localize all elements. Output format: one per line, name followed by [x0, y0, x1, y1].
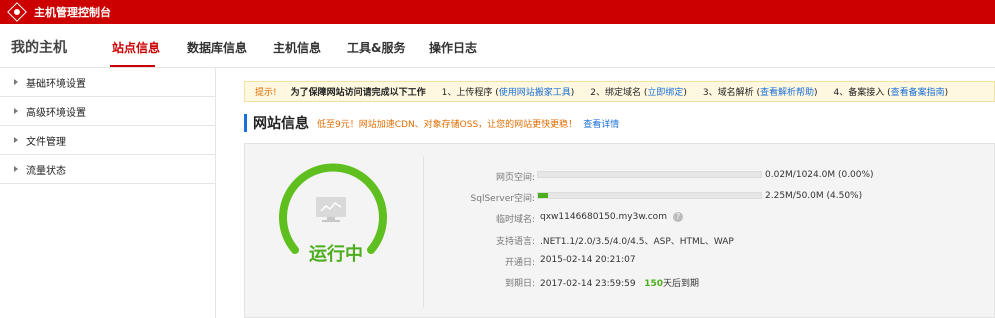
section-title: 网站信息: [253, 116, 309, 132]
promo-text: 低至9元！网站加速CDN、对象存储OSS，让您的网站更快更稳！: [317, 119, 578, 130]
notice-step-2: 2、绑定域名 (立即绑定): [590, 88, 687, 98]
temp-domain-value: qxw1146680150.my3w.com?: [540, 212, 683, 222]
section-header: 网站信息 低至9元！网站加速CDN、对象存储OSS，让您的网站更快更稳！ 查看详…: [244, 114, 619, 132]
panel-divider: [423, 156, 424, 308]
sidebar-item-advanced-env[interactable]: 高级环境设置: [0, 97, 215, 126]
notice-intro: 为了保障网站访问请完成以下工作: [290, 88, 426, 98]
sidebar-item-label: 高级环境设置: [26, 107, 86, 119]
bind-domain-link[interactable]: 立即绑定: [647, 88, 683, 98]
view-details-link[interactable]: 查看详情: [583, 117, 619, 130]
notice-tip: 提示!: [255, 88, 277, 98]
top-bar: 主机管理控制台: [0, 0, 995, 24]
site-info-panel: 运行中 网页空间: 0.02M/1024.0M (0.00%) SqlServe…: [244, 143, 995, 318]
notice-step-4: 4、备案接入 (查看备案指南): [833, 88, 949, 98]
dns-help-link[interactable]: 查看解析帮助: [760, 88, 814, 98]
sidebar-item-label: 文件管理: [26, 136, 66, 148]
app-title: 主机管理控制台: [34, 6, 111, 19]
web-space-value: 0.02M/1024.0M (0.00%): [765, 170, 874, 180]
upload-tool-link[interactable]: 使用网站搬家工具: [499, 88, 571, 98]
notice-step-3: 3、域名解析 (查看解析帮助): [702, 88, 818, 98]
sidebar-item-file-management[interactable]: 文件管理: [0, 126, 215, 155]
chevron-right-icon: [14, 137, 18, 143]
sidebar-item-label: 流量状态: [26, 165, 66, 177]
tab-operation-log[interactable]: 操作日志: [429, 39, 477, 56]
active-tab-underline: [110, 65, 155, 67]
sidebar-item-basic-env[interactable]: 基础环境设置: [0, 68, 215, 97]
sidebar-item-traffic-status[interactable]: 流量状态: [0, 155, 215, 184]
notice-step-1: 1、上传程序 (使用网站搬家工具): [441, 88, 575, 98]
sidebar-item-label: 基础环境设置: [26, 78, 86, 90]
my-host-title: 我的主机: [11, 40, 67, 56]
server-chart-icon: [316, 197, 346, 222]
open-date-value: 2015-02-14 20:21:07: [540, 255, 636, 265]
notice-bar: 提示! 为了保障网站访问请完成以下工作 1、上传程序 (使用网站搬家工具) 2、…: [244, 81, 995, 102]
languages-value: .NET1.1/2.0/3.5/4.0/4.5、ASP、HTML、WAP: [540, 237, 734, 247]
tab-database-info[interactable]: 数据库信息: [187, 39, 247, 56]
days-remaining: 150: [644, 279, 663, 289]
tab-site-info[interactable]: 站点信息: [112, 39, 160, 56]
sql-space-progress: [537, 192, 762, 199]
chevron-right-icon: [14, 79, 18, 85]
main-nav: 我的主机 站点信息 数据库信息 主机信息 工具&服务 操作日志: [0, 24, 995, 68]
icp-guide-link[interactable]: 查看备案指南: [891, 88, 945, 98]
brand-logo-icon: [7, 2, 27, 22]
chevron-right-icon: [14, 108, 18, 114]
expire-date-value: 2017-02-14 23:59:59 150天后到期: [540, 279, 699, 289]
sql-space-value: 2.25M/50.0M (4.50%): [765, 191, 863, 201]
chevron-right-icon: [14, 166, 18, 172]
status-label: 运行中: [309, 244, 363, 265]
web-space-progress: [537, 171, 762, 178]
sidebar: 基础环境设置 高级环境设置 文件管理 流量状态: [0, 68, 216, 318]
question-circle-icon[interactable]: ?: [672, 212, 683, 222]
tab-host-info[interactable]: 主机信息: [273, 39, 321, 56]
tab-tools-services[interactable]: 工具&服务: [347, 39, 405, 56]
